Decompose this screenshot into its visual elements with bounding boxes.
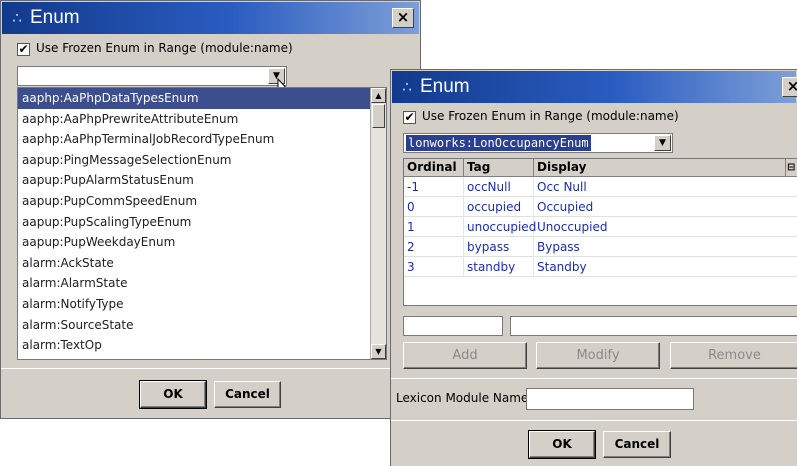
frozen-enum-checkbox[interactable]: ✔ [403, 111, 416, 124]
list-item[interactable]: aaphp:AaPhpTerminalJobRecordTypeEnum [18, 129, 371, 150]
cell-ordinal: 0 [404, 197, 464, 217]
cell-display: Occ Null [534, 177, 797, 197]
add-button[interactable]: Add [403, 342, 527, 369]
table-row[interactable]: 1 unoccupied Unoccupied [404, 217, 797, 237]
scroll-down-icon[interactable]: ▼ [371, 344, 386, 359]
cell-ordinal: 1 [404, 217, 464, 237]
divider [1, 368, 420, 369]
enum-table[interactable]: Ordinal Tag Display ⊟ -1 occNull Occ Nul… [403, 158, 797, 306]
cell-tag: bypass [464, 237, 534, 257]
chevron-down-icon[interactable]: ▼ [654, 135, 671, 151]
frozen-enum-label: Use Frozen Enum in Range (module:name) [422, 109, 679, 123]
cell-display: Occupied [534, 197, 797, 217]
app-icon: ∴ [12, 9, 22, 27]
cell-ordinal: -1 [404, 177, 464, 197]
enum-dialog-back: ∴ Enum × ✔ Use Frozen Enum in Range (mod… [0, 0, 421, 419]
vertical-scrollbar[interactable]: ▲ ▼ [370, 88, 386, 359]
list-items: aaphp:AaPhpDataTypesEnum aaphp:AaPhpPrew… [18, 88, 386, 356]
cell-display: Standby [534, 257, 797, 277]
table-row[interactable]: 0 occupied Occupied [404, 197, 797, 217]
lexicon-module-label: Lexicon Module Name [396, 391, 529, 405]
lexicon-module-input[interactable] [526, 388, 694, 410]
list-item[interactable]: aapup:PupAlarmStatusEnum [18, 170, 371, 191]
list-item[interactable]: aaphp:AaPhpDataTypesEnum [18, 88, 371, 109]
list-item[interactable]: aapup:PupWeekdayEnum [18, 232, 371, 253]
close-button[interactable]: × [782, 77, 797, 97]
dialog-title: Enum [30, 7, 80, 28]
list-item[interactable]: alarm:TextOp [18, 335, 371, 356]
list-item[interactable]: aapup:PupCommSpeedEnum [18, 191, 371, 212]
cell-tag: occNull [464, 177, 534, 197]
scroll-up-icon[interactable]: ▲ [371, 88, 386, 103]
table-row[interactable]: 2 bypass Bypass [404, 237, 797, 257]
list-item[interactable]: alarm:AckState [18, 253, 371, 274]
frozen-enum-checkbox[interactable]: ✔ [17, 43, 30, 56]
list-item[interactable]: alarm:AlarmState [18, 273, 371, 294]
title-bar[interactable]: ∴ Enum × [392, 71, 797, 103]
enum-combo-value: lonworks:LonOccupancyEnum [406, 135, 591, 151]
tag-input[interactable] [510, 316, 797, 336]
cell-ordinal: 3 [404, 257, 464, 277]
enum-combo[interactable]: lonworks:LonOccupancyEnum ▼ [403, 133, 673, 153]
column-header-ordinal[interactable]: Ordinal [404, 159, 464, 177]
frozen-enum-label: Use Frozen Enum in Range (module:name) [36, 41, 293, 55]
ok-button[interactable]: OK [139, 380, 207, 409]
scroll-thumb[interactable] [372, 104, 385, 128]
dialog-title: Enum [420, 76, 470, 97]
list-item[interactable]: aapup:PingMessageSelectionEnum [18, 150, 371, 171]
ok-button[interactable]: OK [528, 430, 596, 459]
divider [391, 378, 797, 379]
enum-dialog-front: ∴ Enum × ✔ Use Frozen Enum in Range (mod… [390, 69, 797, 466]
ordinal-input[interactable] [403, 316, 503, 336]
enum-dropdown-list[interactable]: aaphp:AaPhpDataTypesEnum aaphp:AaPhpPrew… [17, 87, 387, 360]
title-bar[interactable]: ∴ Enum × [2, 2, 419, 34]
cell-display: Unoccupied [534, 217, 797, 237]
cell-tag: occupied [464, 197, 534, 217]
modify-button[interactable]: Modify [536, 342, 660, 369]
list-item[interactable]: alarm:SourceState [18, 315, 371, 336]
remove-button[interactable]: Remove [670, 342, 797, 369]
cancel-button[interactable]: Cancel [214, 381, 281, 408]
list-item[interactable]: aapup:PupScalingTypeEnum [18, 212, 371, 233]
table-row[interactable]: 3 standby Standby [404, 257, 797, 277]
enum-combo[interactable]: ▼ [17, 66, 287, 86]
list-item[interactable]: alarm:NotifyType [18, 294, 371, 315]
close-button[interactable]: × [392, 8, 414, 28]
cell-tag: unoccupied [464, 217, 536, 237]
column-chooser-icon[interactable]: ⊟ [786, 159, 797, 177]
list-item[interactable]: aaphp:AaPhpPrewriteAttributeEnum [18, 109, 371, 130]
cell-ordinal: 2 [404, 237, 464, 257]
table-row[interactable]: -1 occNull Occ Null [404, 177, 797, 197]
cancel-button[interactable]: Cancel [603, 431, 671, 458]
column-header-display[interactable]: Display [534, 159, 786, 177]
cell-tag: standby [464, 257, 534, 277]
column-header-tag[interactable]: Tag [464, 159, 534, 177]
app-icon: ∴ [402, 78, 412, 96]
cell-display: Bypass [534, 237, 797, 257]
divider [391, 420, 797, 421]
